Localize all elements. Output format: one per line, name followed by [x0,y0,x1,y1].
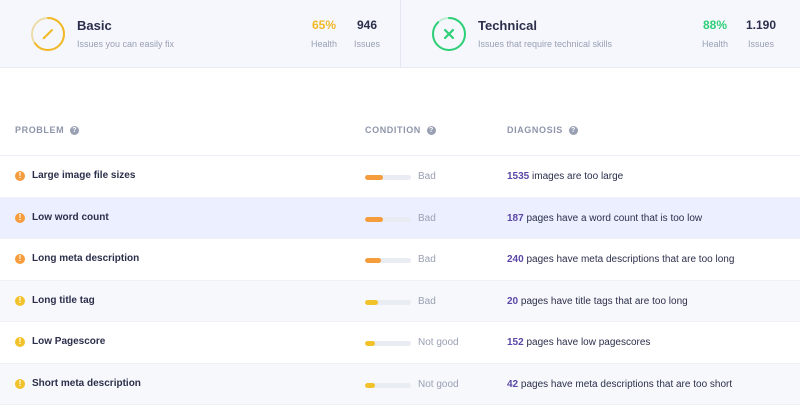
help-icon[interactable]: ? [568,125,578,135]
condition-bar-fill [365,175,384,180]
category-subtitle: Issues you can easily fix [77,39,175,49]
table-row[interactable]: ! Short meta description Not good 42 pag… [0,363,800,405]
diagnosis-text: 42 pages have meta descriptions that are… [507,379,732,390]
condition-bar [365,382,411,388]
condition-bar-fill [365,341,376,346]
condition-bar [365,258,411,263]
warning-icon: ! [15,295,25,306]
warning-icon: ! [15,337,25,347]
category-title: Technical [478,18,538,33]
category-subtitle: Issues that require technical skills [478,39,613,49]
warning-icon: ! [15,212,25,223]
basic-health-ring [31,17,65,51]
issues-value: 1.190 [745,18,777,32]
column-header-problem[interactable]: PROBLEM ? [15,125,80,135]
diagnosis-message: pages have low pagescores [523,337,651,348]
category-cards: Basic Issues you can easily fix 65% Heal… [0,0,800,68]
diagnosis-message: pages have a word count that is too low [523,212,703,224]
issues-label: Issues [747,39,774,49]
diagnosis-text: 187 pages have a word count that is too … [507,213,702,224]
diagnosis-text: 1535 images are too large [507,171,623,182]
problem-name: Large image file sizes [32,170,136,181]
diagnosis-message: pages have meta descriptions that are to… [518,378,733,390]
column-header-label: DIAGNOSIS [507,125,563,135]
condition-bar [365,216,411,222]
help-icon[interactable]: ? [70,125,80,135]
category-card-basic[interactable]: Basic Issues you can easily fix 65% Heal… [0,0,400,68]
diagnosis-message: pages have title tags that are too long [518,295,688,307]
diagnosis-count: 187 [507,212,524,224]
diagnosis-text: 152 pages have low pagescores [507,337,650,348]
condition-label: Bad [418,212,436,224]
condition-bar-fill [365,299,378,305]
category-title: Basic [77,18,112,33]
diagnosis-count: 152 [507,337,524,348]
warning-icon: ! [15,254,25,264]
table-row[interactable]: ! Long title tag Bad 20 pages have title… [0,280,800,322]
condition-bar-fill [365,258,382,263]
diagnosis-count: 240 [507,254,524,265]
problem-name: Short meta description [32,377,141,389]
condition-label: Bad [418,295,436,307]
condition-bar [365,341,411,346]
column-header-label: PROBLEM [15,125,65,135]
issues-value: 946 [356,18,378,32]
warning-icon: ! [15,378,25,389]
category-card-technical[interactable]: Technical Issues that require technical … [400,0,800,68]
diagnosis-count: 42 [507,378,519,390]
condition-label: Bad [418,254,436,265]
condition-label: Not good [418,337,459,348]
technical-health-ring [432,17,466,51]
table-row[interactable]: ! Low word count Bad 187 pages have a wo… [0,197,800,239]
table-row[interactable]: ! Low Pagescore Not good 152 pages have … [0,322,800,364]
issues-label: Issues [353,39,380,49]
column-header-label: CONDITION [365,125,421,135]
diagnosis-message: images are too large [529,171,624,182]
condition-label: Bad [418,171,436,182]
diagnosis-count: 20 [507,295,519,307]
warning-icon: ! [15,171,25,181]
column-header-diagnosis[interactable]: DIAGNOSIS ? [507,125,578,135]
problem-name: Low Pagescore [32,336,106,347]
condition-bar [365,175,411,180]
issues-table: ! Large image file sizes Bad 1535 images… [0,156,800,405]
diagnosis-count: 1535 [507,171,530,182]
diagnosis-message: pages have meta descriptions that are to… [523,254,735,265]
wrench-cross-icon [443,28,455,40]
problem-name: Low word count [32,211,109,223]
condition-bar-fill [365,382,376,388]
diagnosis-text: 20 pages have title tags that are too lo… [507,296,688,307]
diagnosis-text: 240 pages have meta descriptions that ar… [507,254,734,265]
column-header-condition[interactable]: CONDITION ? [365,125,436,135]
table-row[interactable]: ! Long meta description Bad 240 pages ha… [0,239,800,281]
table-row[interactable]: ! Large image file sizes Bad 1535 images… [0,156,800,198]
condition-bar-fill [365,216,384,222]
condition-bar [365,299,411,305]
help-icon[interactable]: ? [426,125,436,135]
pencil-icon [42,29,53,40]
problem-name: Long meta description [32,253,140,264]
condition-label: Not good [418,378,459,390]
problem-name: Long title tag [32,294,95,306]
